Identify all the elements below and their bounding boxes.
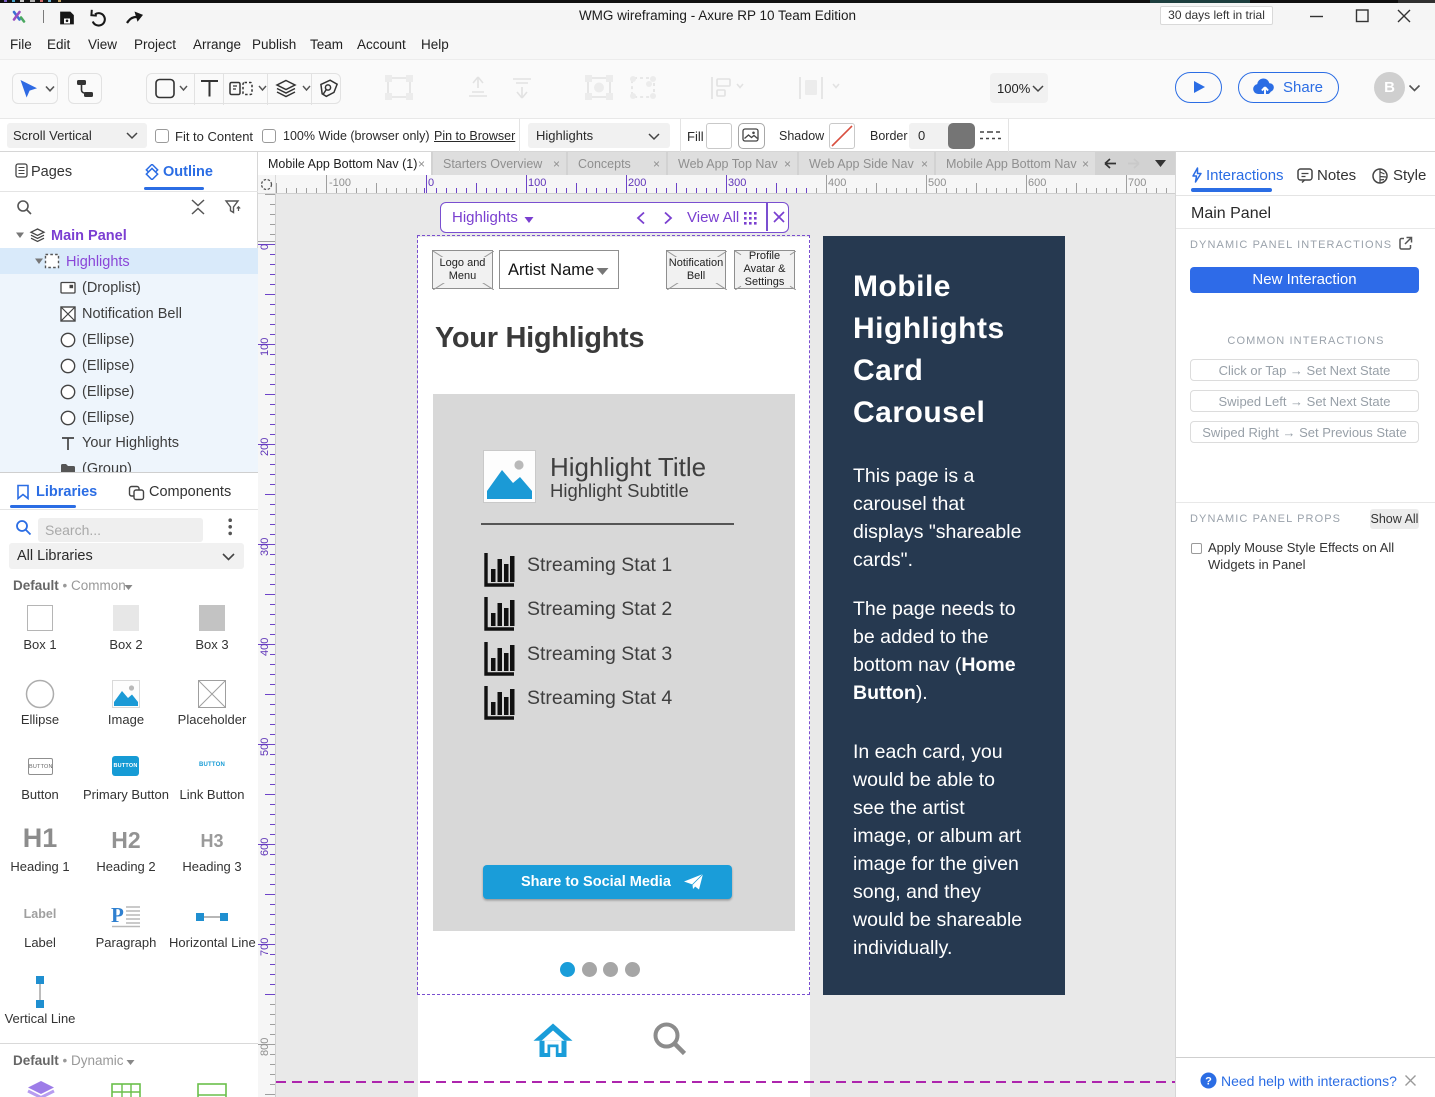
svg-text:P: P — [111, 903, 124, 927]
svg-text:?: ? — [1205, 1076, 1212, 1088]
